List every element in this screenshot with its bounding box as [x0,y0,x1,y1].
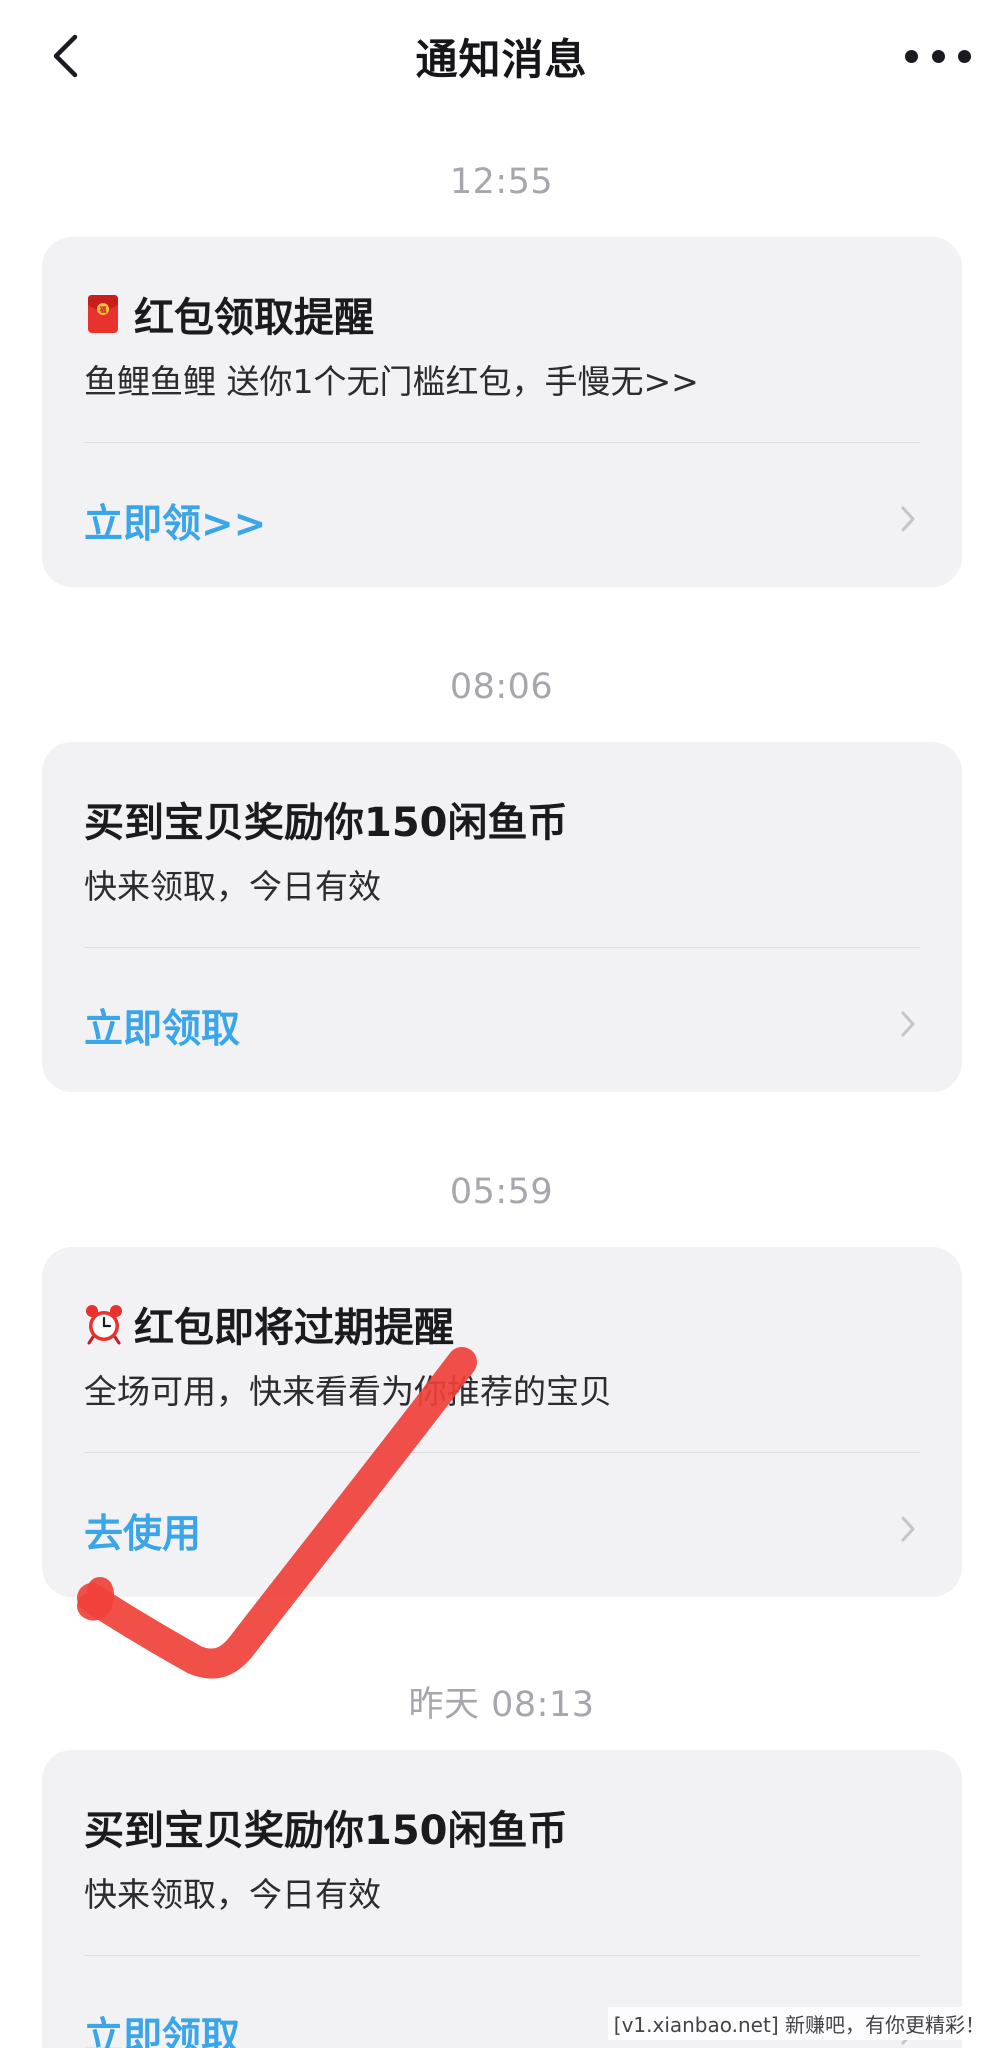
notification-card[interactable]: 买到宝贝奖励你150闲鱼币 快来领取，今日有效 立即领取 [42,1750,962,2048]
svg-text:福: 福 [99,305,107,314]
card-subtitle: 鱼鲤鱼鲤 送你1个无门槛红包，手慢无>> [84,362,699,401]
card-title-text: 红包即将过期提醒 [134,1305,454,1351]
page-title: 通知消息 [415,35,588,84]
more-dot [931,49,945,63]
card-title: 红包即将过期提醒 [84,1295,454,1353]
watermark-text: [v1.xianbao.net] 新赚吧，有你更精彩！ [607,2007,991,2040]
message-timestamp: 08:06 [449,667,554,707]
more-dot [905,49,918,63]
card-title-text: 买到宝贝奖励你150闲鱼币 [84,1808,568,1854]
claim-link-row[interactable]: 立即领>> [42,443,962,587]
claim-link[interactable]: 立即领>> [84,493,266,549]
chevron-right-icon [901,1516,915,1542]
claim-link[interactable]: 立即领取 [84,998,240,1054]
message-timestamp: 05:59 [449,1172,554,1212]
claim-link[interactable]: 立即领取 [84,2006,240,2048]
more-button[interactable] [905,36,971,76]
use-link[interactable]: 去使用 [84,1503,201,1559]
chevron-right-icon [901,506,915,532]
card-title: 福 红包领取提醒 [84,285,374,343]
red-envelope-icon: 福 [84,293,122,335]
notification-page: 通知消息 12:55 福 红包领取提醒 鱼鲤鱼鲤 送你1个无门槛红包，手慢无>>… [0,0,1003,2048]
notification-card[interactable]: 买到宝贝奖励你150闲鱼币 快来领取，今日有效 立即领取 [42,742,962,1092]
message-timestamp: 昨天 08:13 [408,1685,595,1725]
card-title: 买到宝贝奖励你150闲鱼币 [84,1798,568,1856]
message-timestamp: 12:55 [449,162,554,202]
more-dot [958,49,971,63]
card-title-text: 红包领取提醒 [134,295,374,341]
card-subtitle: 全场可用，快来看看为你推荐的宝贝 [84,1372,612,1411]
use-link-row[interactable]: 去使用 [42,1453,962,1597]
notification-card[interactable]: 福 红包领取提醒 鱼鲤鱼鲤 送你1个无门槛红包，手慢无>> 立即领>> [42,237,962,587]
claim-link-row[interactable]: 立即领取 [42,948,962,1092]
notification-card[interactable]: 红包即将过期提醒 全场可用，快来看看为你推荐的宝贝 去使用 [42,1247,962,1597]
chevron-right-icon [901,1011,915,1037]
card-subtitle: 快来领取，今日有效 [84,1875,381,1914]
card-title-text: 买到宝贝奖励你150闲鱼币 [84,800,568,846]
nav-header: 通知消息 [0,0,1003,115]
card-subtitle: 快来领取，今日有效 [84,867,381,906]
alarm-clock-icon [84,1303,122,1345]
card-title: 买到宝贝奖励你150闲鱼币 [84,790,568,848]
